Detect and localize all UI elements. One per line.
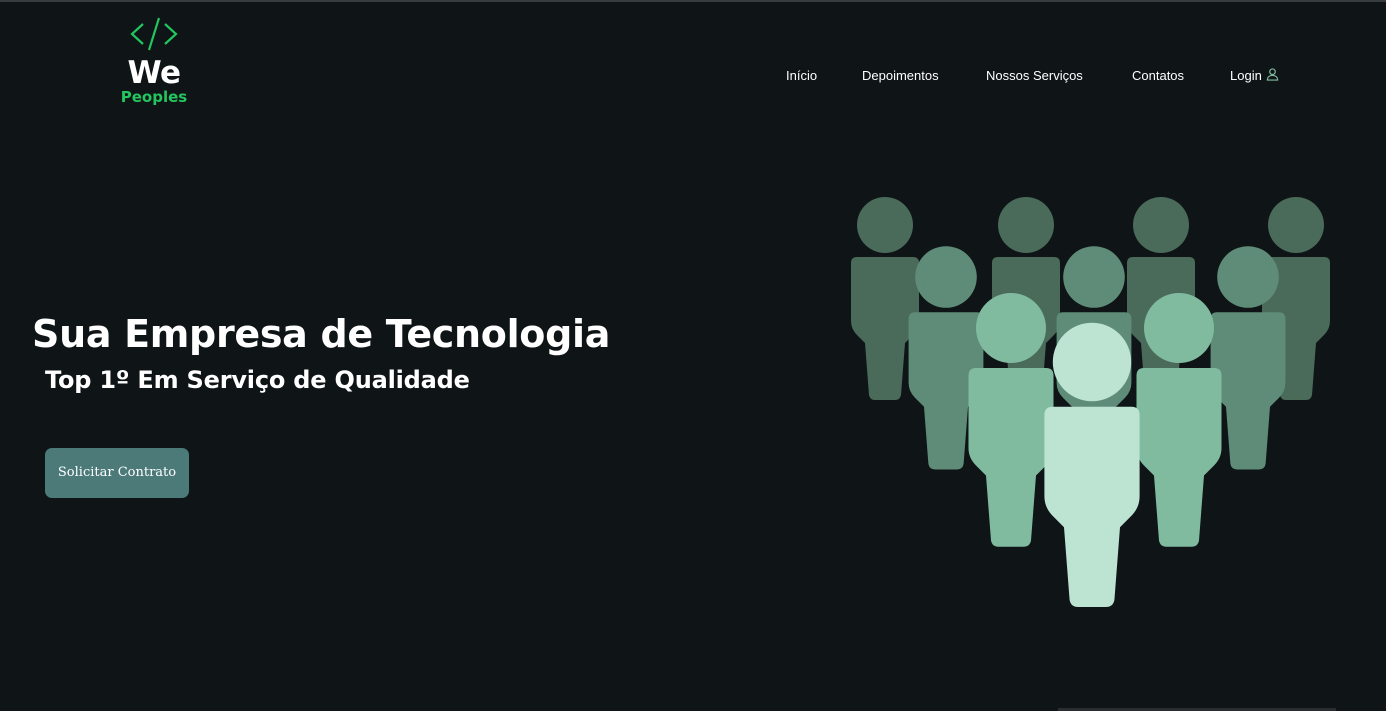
- login-label: Login: [1230, 68, 1262, 83]
- solicitar-contrato-button[interactable]: Solicitar Contrato: [45, 448, 189, 498]
- brand-name-peoples: Peoples: [120, 88, 188, 106]
- window-top-border: [0, 0, 1386, 2]
- nav-link-inicio[interactable]: Início: [786, 66, 817, 86]
- main-nav: Início Depoimentos Nossos Serviços Conta…: [0, 66, 1386, 86]
- group-of-people-icon: [851, 197, 1330, 607]
- nav-link-depoimentos[interactable]: Depoimentos: [862, 66, 939, 86]
- nav-link-contatos[interactable]: Contatos: [1132, 66, 1184, 86]
- hero-subtitle: Top 1º Em Serviço de Qualidade: [45, 366, 470, 394]
- nav-link-login[interactable]: Login: [1230, 66, 1279, 86]
- code-brackets-icon: [130, 17, 178, 51]
- nav-link-nossos-servicos[interactable]: Nossos Serviços: [986, 66, 1083, 86]
- hero-title: Sua Empresa de Tecnologia: [32, 312, 611, 356]
- user-icon: [1266, 68, 1279, 81]
